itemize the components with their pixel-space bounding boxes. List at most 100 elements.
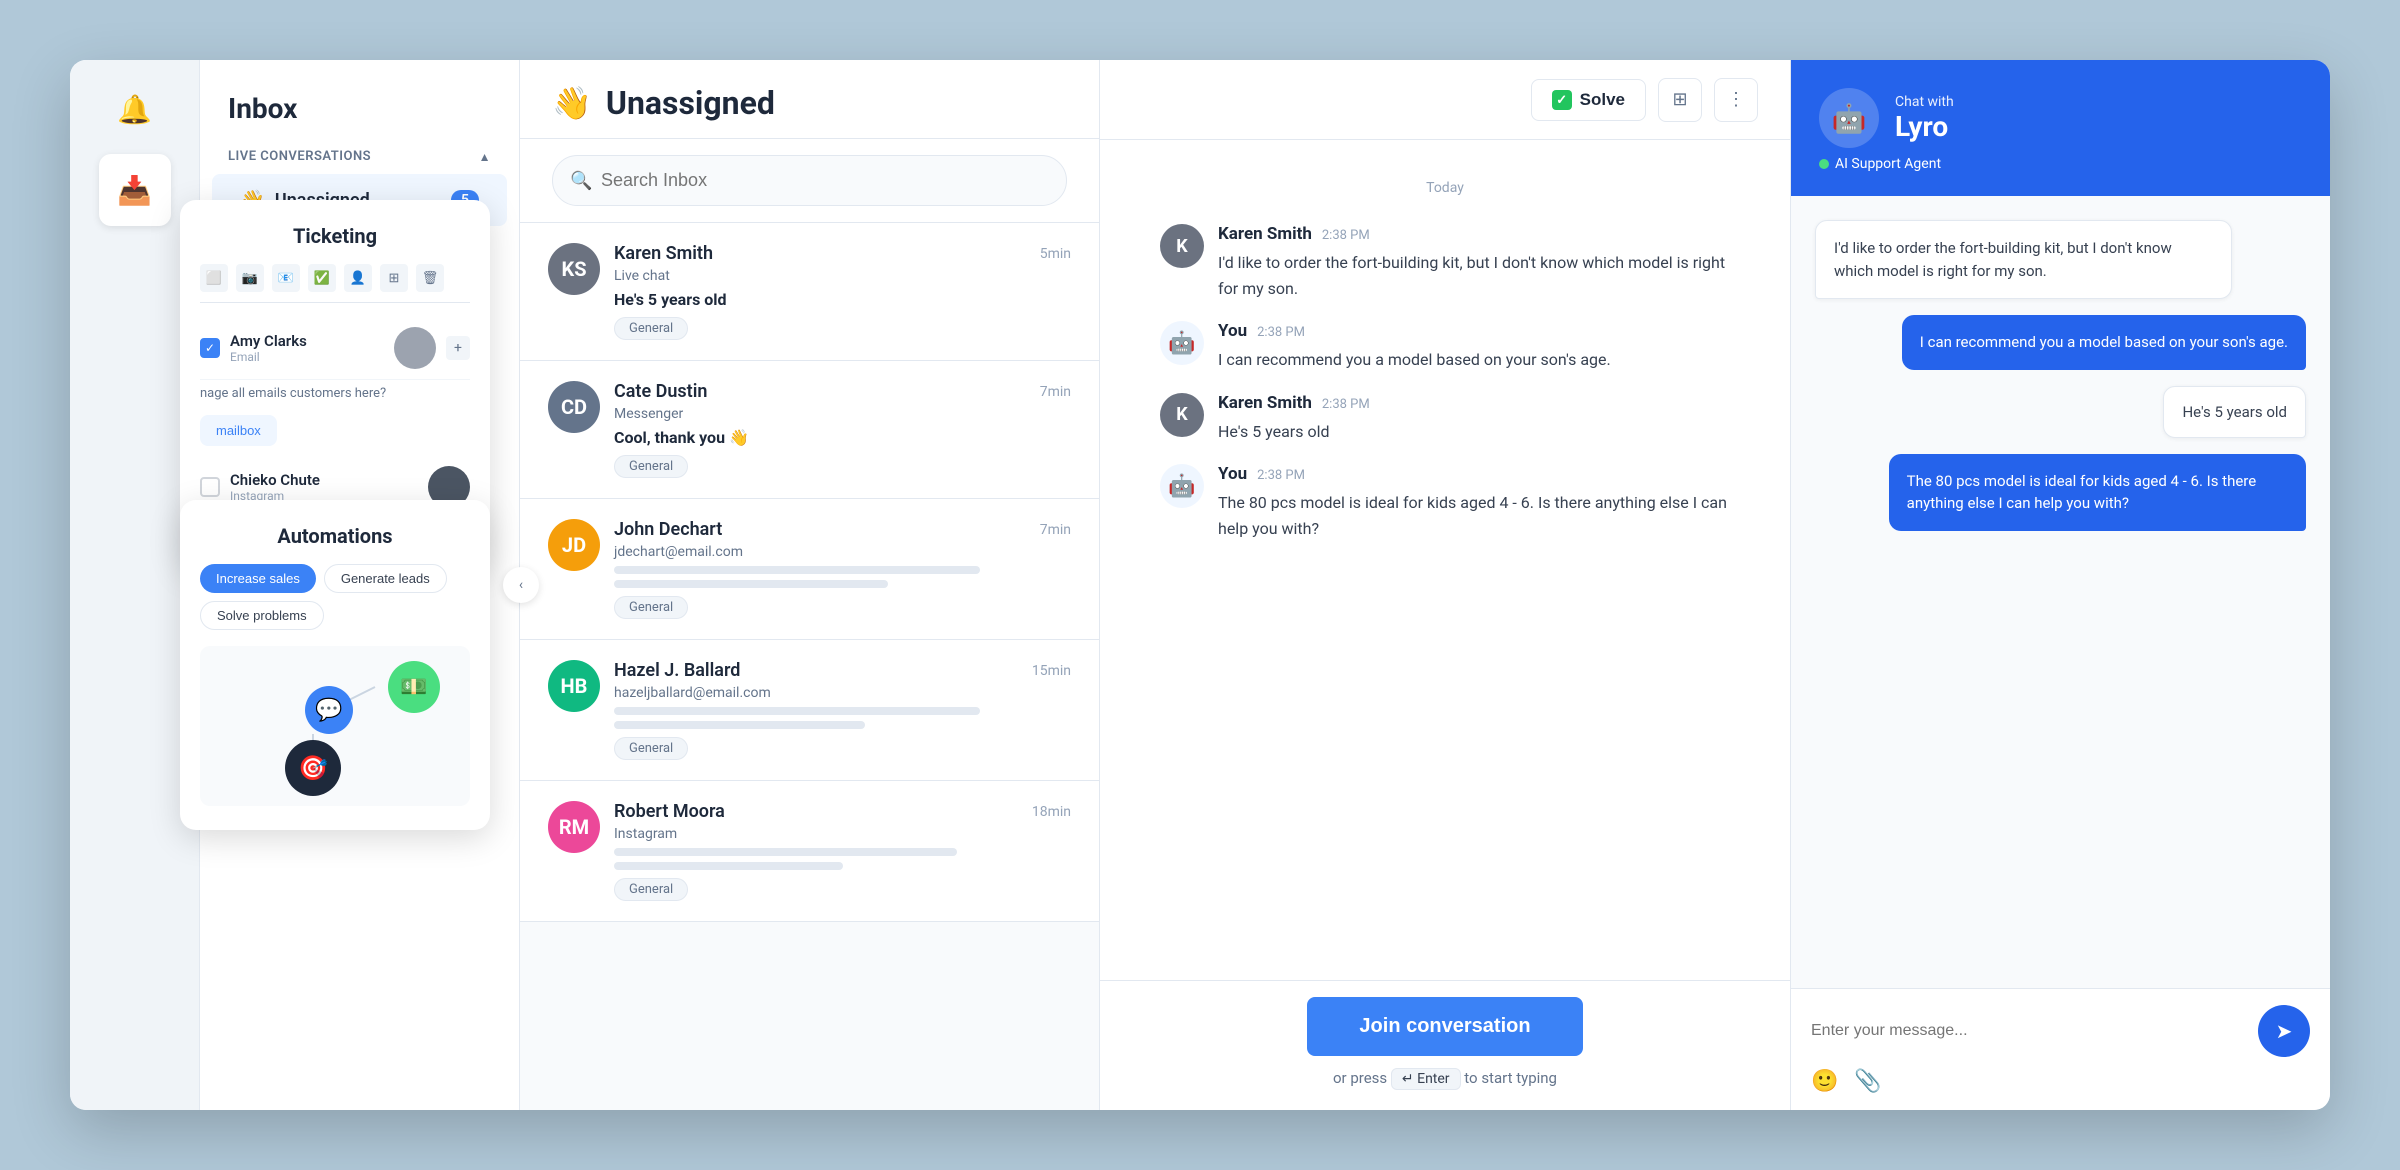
conv-name-hazel: Hazel J. Ballard [614,660,740,681]
ticket-checkbox-1[interactable]: ✓ [200,338,220,358]
press-hint: or press ↵ Enter to start typing [1160,1068,1730,1090]
conv-list-header: 👋 Unassigned [520,60,1099,139]
chat-msg-name-2: You [1218,321,1247,341]
ai-status-label: AI Support Agent [1835,156,1941,172]
conv-item-hazel[interactable]: HB Hazel J. Ballard 15min hazeljballard@… [520,640,1099,781]
chat-footer: Join conversation or press ↵ Enter to st… [1100,980,1790,1110]
conv-sub-robert: Instagram [614,826,1071,842]
chat-msg-avatar-1: K [1160,224,1204,268]
chat-msg-text-2: I can recommend you a model based on you… [1218,347,1730,373]
conv-sub-hazel: hazeljballard@email.com [614,685,1071,701]
tag-solve-problems[interactable]: Solve problems [200,601,324,630]
ai-status-dot [1819,159,1829,169]
ai-status: AI Support Agent [1819,156,2302,172]
conv-name-karen: Karen Smith [614,243,713,264]
enter-key-label: ↵ Enter [1402,1071,1450,1087]
ticket-tool-1[interactable]: ⬜ [200,264,228,292]
tag-increase-sales[interactable]: Increase sales [200,564,316,593]
ticket-tool-5[interactable]: 👤 [344,264,372,292]
collapse-panel-btn[interactable]: ‹ [503,567,539,603]
conv-time-karen: 5min [1040,246,1071,262]
chat-msg-name-3: Karen Smith [1218,393,1312,413]
attach-icon[interactable]: 📎 [1854,1069,1881,1094]
ai-msg-4: The 80 pcs model is ideal for kids aged … [1889,454,2306,531]
conv-item-cate[interactable]: CD Cate Dustin 7min Messenger Cool, than… [520,361,1099,499]
conv-time-hazel: 15min [1032,663,1071,679]
search-input[interactable] [552,155,1067,206]
ticket-mailbox-btn[interactable]: mailbox [200,415,277,446]
more-options-btn[interactable]: ⋮ [1714,78,1758,122]
conv-item-karen[interactable]: KS Karen Smith 5min Live chat He's 5 yea… [520,223,1099,361]
ticket-tool-4[interactable]: ✅ [308,264,336,292]
ai-msg-1: I'd like to order the fort-building kit,… [1815,220,2232,299]
ticket-tool-2[interactable]: 📷 [236,264,264,292]
chat-msg-3: K Karen Smith 2:38 PM He's 5 years old [1160,393,1730,445]
chat-msg-1: K Karen Smith 2:38 PM I'd like to order … [1160,224,1730,301]
sidebar-inbox-item[interactable]: 📥 [99,154,171,226]
conv-list-emoji: 👋 [552,84,592,122]
chat-bot-avatar-2: 🤖 [1160,321,1204,365]
nav-title: Inbox [200,60,519,141]
ai-msg-2: I can recommend you a model based on you… [1902,315,2306,370]
chat-msg-name-4: You [1218,464,1247,484]
nav-panel: Inbox LIVE CONVERSATIONS ▲ 👋 Unassigned … [200,60,520,1110]
expand-icon-btn[interactable]: ⊞ [1658,78,1702,122]
conv-name-john: John Dechart [614,519,722,540]
press-hint-or: or press [1333,1069,1387,1087]
chat-msg-time-4: 2:38 PM [1257,468,1305,483]
ticket-sub-1: Email [230,350,384,364]
emoji-icon[interactable]: 🙂 [1811,1069,1838,1094]
ticket-name-1: Amy Clarks [230,332,384,350]
ticket-avatar-1 [394,327,436,369]
auto-node-money: 💵 [388,661,440,713]
chat-msg-avatar-3: K [1160,393,1204,437]
ai-msg-3: He's 5 years old [2163,386,2306,438]
ai-input-row: ➤ [1811,1005,2310,1057]
chat-msg-2: 🤖 You 2:38 PM I can recommend you a mode… [1160,321,1730,373]
ai-panel: 🤖 Chat with Lyro AI Support Agent I'd li… [1790,60,2330,1110]
ticketing-toolbar: ⬜ 📷 📧 ✅ 👤 ⊞ 🗑 [200,264,470,303]
search-icon: 🔍 [570,170,592,191]
ai-messages: I'd like to order the fort-building kit,… [1791,196,2330,988]
conv-sub-karen: Live chat [614,268,1071,284]
conv-tag-karen: General [614,317,688,340]
ai-subtitle: Chat with [1895,94,1954,110]
conversation-list: 👋 Unassigned 🔍 KS Karen Smith 5min Live … [520,60,1100,1110]
conv-list-title: Unassigned [606,84,775,122]
ticket-tool-6[interactable]: ⊞ [380,264,408,292]
chevron-up-icon[interactable]: ▲ [479,150,491,164]
conv-name-robert: Robert Moora [614,801,725,822]
conv-tag-cate: General [614,455,688,478]
ticket-tool-3[interactable]: 📧 [272,264,300,292]
conv-avatar-john: JD [548,519,600,571]
ai-header: 🤖 Chat with Lyro AI Support Agent [1791,60,2330,196]
live-conversations-header: LIVE CONVERSATIONS ▲ [200,141,519,172]
automations-title: Automations [200,524,470,548]
conv-tag-john: General [614,596,688,619]
conv-item-john[interactable]: JD John Dechart 7min jdechart@email.com … [520,499,1099,640]
ticket-tool-7[interactable]: 🗑 [416,264,444,292]
automations-tags: Increase sales Generate leads Solve prob… [200,564,470,630]
tag-generate-leads[interactable]: Generate leads [324,564,447,593]
chat-msg-time-1: 2:38 PM [1322,228,1370,243]
ai-message-input[interactable] [1811,1022,2248,1040]
ticket-name-2: Chieko Chute [230,471,418,489]
ai-name: Lyro [1895,110,1954,143]
ticket-item-1[interactable]: ✓ Amy Clarks Email + [200,317,470,380]
inbox-icon: 📥 [117,174,152,207]
conv-name-cate: Cate Dustin [614,381,707,402]
ticket-add-1[interactable]: + [446,336,470,360]
ticket-checkbox-2[interactable] [200,477,220,497]
chat-msg-text-4: The 80 pcs model is ideal for kids aged … [1218,490,1730,541]
conv-item-robert[interactable]: RM Robert Moora 18min Instagram General [520,781,1099,922]
chat-date-divider: Today [1160,180,1730,196]
automations-canvas: 💬 💵 🎯 [200,646,470,806]
solve-button[interactable]: ✓ Solve [1531,79,1646,121]
conv-preview-karen: He's 5 years old [614,290,1071,309]
ticketing-title: Ticketing [200,224,470,248]
enter-key-icon: ↵ Enter [1391,1068,1461,1090]
conv-sub-cate: Messenger [614,406,1071,422]
join-conversation-button[interactable]: Join conversation [1307,997,1582,1056]
conv-items: KS Karen Smith 5min Live chat He's 5 yea… [520,223,1099,1110]
ai-send-button[interactable]: ➤ [2258,1005,2310,1057]
